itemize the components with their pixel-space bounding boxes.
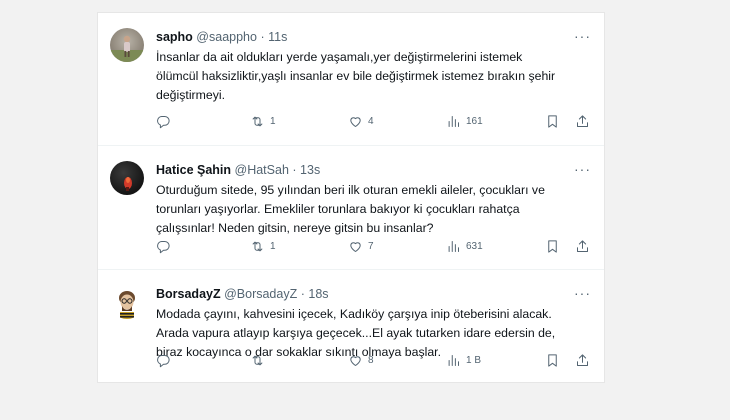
like-button[interactable]: 7 <box>348 237 374 255</box>
reply-button[interactable] <box>156 112 176 130</box>
heart-icon <box>350 241 361 252</box>
like-count: 7 <box>368 240 374 252</box>
avatar[interactable] <box>110 285 144 319</box>
bookmark-icon <box>548 239 557 253</box>
share-button[interactable] <box>575 112 590 130</box>
tweet-actions: 1 7 631 <box>156 237 594 255</box>
retweet-icon <box>252 241 263 251</box>
author-name[interactable]: sapho <box>156 30 193 44</box>
retweet-icon <box>252 355 263 365</box>
separator-dot: · <box>292 163 297 177</box>
more-icon[interactable]: ··· <box>574 28 591 44</box>
bookmark-icon <box>548 114 557 128</box>
like-button[interactable]: 8 <box>348 351 374 369</box>
avatar[interactable] <box>110 161 144 195</box>
view-count: 631 <box>466 240 483 252</box>
bookmark-icon <box>548 353 557 367</box>
tweet-text: Oturduğum sitede, 95 yılından beri ilk o… <box>156 181 586 238</box>
more-icon[interactable]: ··· <box>574 285 591 301</box>
retweet-count: 1 <box>270 115 276 127</box>
tweet-text-line: çalışsınlar! Neden gitsin, nereye gitsin… <box>156 221 434 235</box>
tweet[interactable]: Hatice Şahin @HatSah · 13s ··· Oturduğum… <box>98 146 604 270</box>
tweet-actions: 8 1 B <box>156 351 594 369</box>
bookmark-button[interactable] <box>545 351 560 369</box>
timestamp[interactable]: 18s <box>308 287 328 301</box>
share-button[interactable] <box>575 237 590 255</box>
tweet-text-line: İnsanlar da ait oldukları yerde yaşamalı… <box>156 50 523 64</box>
share-icon <box>577 353 588 366</box>
tweet-header: BorsadayZ @BorsadayZ · 18s <box>156 287 329 301</box>
tweet-text-line: Oturduğum sitede, 95 yılından beri ilk o… <box>156 183 545 197</box>
tweet[interactable]: sapho @saappho · 11s ··· İnsanlar da ait… <box>98 13 604 146</box>
bookmark-button[interactable] <box>545 237 560 255</box>
share-button[interactable] <box>575 351 590 369</box>
author-handle[interactable]: @HatSah <box>235 163 289 177</box>
more-icon[interactable]: ··· <box>574 161 591 177</box>
views-button[interactable]: 631 <box>446 237 483 255</box>
author-handle[interactable]: @BorsadayZ <box>224 287 297 301</box>
tweet-text-line: değiştirmeyi. <box>156 88 226 102</box>
tweet-actions: 1 4 161 <box>156 112 594 130</box>
timestamp[interactable]: 13s <box>300 163 320 177</box>
views-icon <box>448 240 459 252</box>
retweet-icon <box>252 116 263 126</box>
tweet-feed: sapho @saappho · 11s ··· İnsanlar da ait… <box>97 12 605 383</box>
tweet-header: Hatice Şahin @HatSah · 13s <box>156 163 320 177</box>
reply-icon <box>157 115 170 128</box>
view-count: 161 <box>466 115 483 127</box>
views-button[interactable]: 1 B <box>446 351 481 369</box>
reply-button[interactable] <box>156 237 176 255</box>
tweet-text-line: torunları yaşıyorlar. Emekliler torunlar… <box>156 202 520 216</box>
tweet-text-line: ölümcül haksizliktir,yaşlı insanlar ev b… <box>156 69 556 83</box>
tweet[interactable]: BorsadayZ @BorsadayZ · 18s ··· Modada ça… <box>98 270 604 382</box>
retweet-button[interactable]: 1 <box>250 112 276 130</box>
reply-icon <box>157 354 170 367</box>
like-count: 8 <box>368 354 374 366</box>
author-name[interactable]: Hatice Şahin <box>156 163 231 177</box>
views-icon <box>448 115 459 127</box>
retweet-button[interactable]: 1 <box>250 237 276 255</box>
view-count: 1 B <box>466 354 482 366</box>
retweet-count: 1 <box>270 240 276 252</box>
reply-icon <box>157 240 170 253</box>
tweet-text: İnsanlar da ait oldukları yerde yaşamalı… <box>156 48 586 105</box>
bookmark-button[interactable] <box>545 112 560 130</box>
tweet-header: sapho @saappho · 11s <box>156 30 287 44</box>
like-count: 4 <box>368 115 374 127</box>
author-name[interactable]: BorsadayZ <box>156 287 221 301</box>
timestamp[interactable]: 11s <box>268 30 287 44</box>
share-icon <box>577 114 588 127</box>
heart-icon <box>350 116 361 127</box>
views-icon <box>448 354 459 366</box>
tweet-text-line: Modada çayını, kahvesini içecek, Kadıköy… <box>156 307 552 321</box>
heart-icon <box>350 355 361 366</box>
avatar[interactable] <box>110 28 144 62</box>
retweet-button[interactable] <box>250 351 270 369</box>
views-button[interactable]: 161 <box>446 112 483 130</box>
author-handle[interactable]: @saappho <box>196 30 257 44</box>
share-icon <box>577 239 588 252</box>
reply-button[interactable] <box>156 351 176 369</box>
separator-dot: · <box>260 30 265 44</box>
like-button[interactable]: 4 <box>348 112 374 130</box>
tweet-text-line: Arada vapura atlayıp karşıya geçecek...E… <box>156 326 556 340</box>
separator-dot: · <box>300 287 305 301</box>
